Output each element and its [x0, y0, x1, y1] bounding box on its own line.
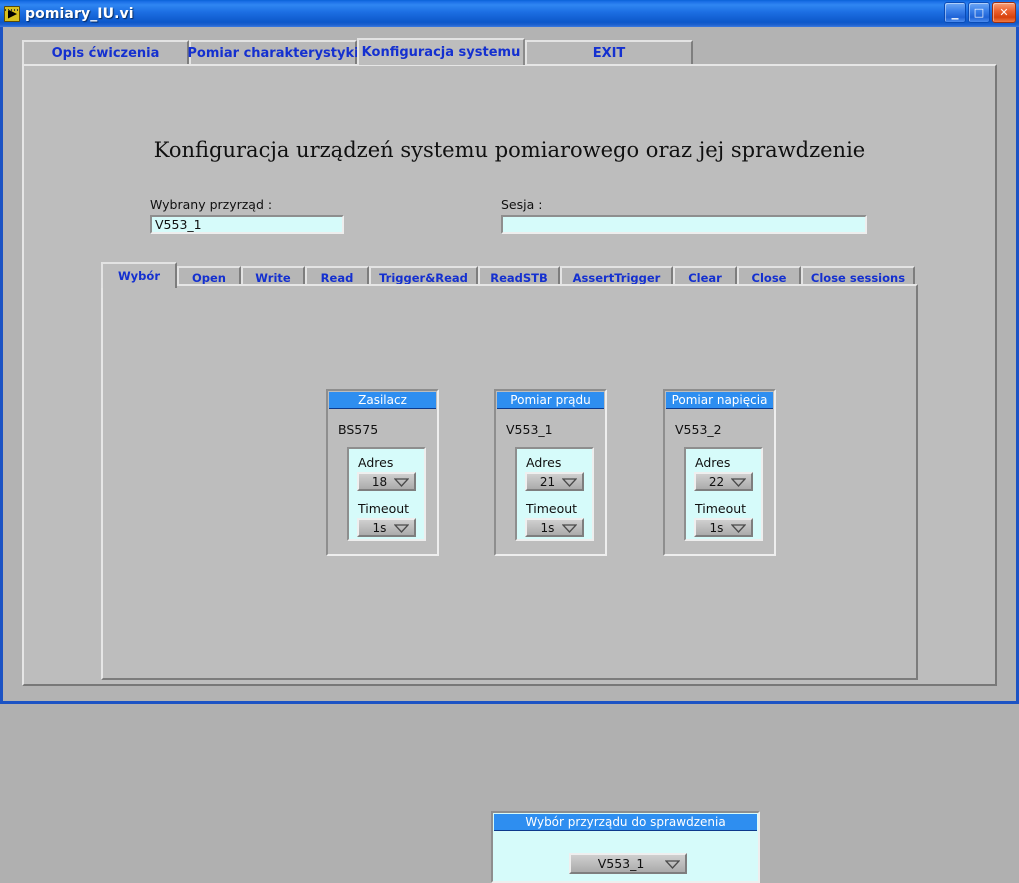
chevron-down-icon	[562, 523, 577, 533]
chevron-down-icon	[562, 477, 577, 487]
device-name: V553_2	[675, 422, 722, 437]
maximize-icon: □	[973, 5, 985, 19]
operation-tab-label: Read	[320, 271, 354, 285]
session-group: Sesja :	[501, 197, 867, 234]
operation-tab-label: ReadSTB	[490, 271, 548, 285]
main-tab-3[interactable]: EXIT	[525, 40, 693, 65]
address-label: Adres	[695, 455, 731, 470]
page-title: Konfiguracja urządzeń systemu pomiaroweg…	[153, 138, 866, 162]
device-cluster-title: Pomiar prądu	[497, 392, 604, 409]
title-bar: pomiary_IU.vi _ □ ✕	[0, 0, 1019, 27]
chevron-down-icon	[731, 477, 746, 487]
address-dropdown[interactable]: 21	[525, 472, 584, 491]
operation-tab-label: AssertTrigger	[572, 271, 661, 285]
operation-tab-page: Zasilacz BS575 Adres 18 Timeout 1s Pomiar prąd…	[101, 284, 918, 883]
selected-instrument-label: Wybrany przyrząd :	[150, 197, 273, 212]
device-cluster-1: Pomiar prądu V553_1 Adres 21 Timeout 1s	[494, 389, 607, 556]
timeout-dropdown[interactable]: 1s	[525, 518, 584, 537]
main-tab-label: EXIT	[592, 46, 626, 61]
device-settings-box: Adres 21 Timeout 1s	[515, 447, 594, 541]
operation-tab-0[interactable]: Wybór	[101, 262, 177, 288]
instrument-selector-title: Wybór przyrządu do sprawdzenia	[494, 814, 757, 831]
main-tab-2[interactable]: Konfiguracja systemu	[357, 38, 525, 65]
operation-tab-label: Open	[192, 271, 226, 285]
chevron-down-icon	[665, 859, 680, 869]
device-settings-box: Adres 18 Timeout 1s	[347, 447, 426, 541]
address-label: Adres	[358, 455, 394, 470]
timeout-label: Timeout	[695, 501, 747, 516]
window-title: pomiary_IU.vi	[25, 5, 134, 22]
maximize-button[interactable]: □	[968, 2, 990, 23]
main-tab-label: Konfiguracja systemu	[361, 45, 521, 60]
instrument-selector-cluster: Wybór przyrządu do sprawdzenia V553_1	[491, 811, 760, 883]
selected-instrument-group: Wybrany przyrząd : V553_1	[150, 197, 344, 234]
device-cluster-0: Zasilacz BS575 Adres 18 Timeout 1s	[326, 389, 439, 556]
address-dropdown[interactable]: 18	[357, 472, 416, 491]
chevron-down-icon	[394, 523, 409, 533]
main-tab-1[interactable]: Pomiar charakterystyki	[187, 40, 359, 65]
timeout-dropdown[interactable]: 1s	[694, 518, 753, 537]
timeout-dropdown[interactable]: 1s	[357, 518, 416, 537]
minimize-icon: _	[951, 4, 959, 20]
device-cluster-title: Zasilacz	[329, 392, 436, 409]
window-controls: _ □ ✕	[944, 2, 1016, 23]
front-panel: Opis ćwiczenia Pomiar charakterystyki Konf…	[3, 27, 1016, 883]
selected-instrument-input[interactable]: V553_1	[150, 215, 344, 234]
main-tab-0[interactable]: Opis ćwiczenia	[22, 40, 189, 65]
session-label: Sesja :	[501, 197, 543, 212]
minimize-button[interactable]: _	[944, 2, 966, 23]
operation-tab-label: Close sessions	[810, 271, 906, 285]
application-window: pomiary_IU.vi _ □ ✕ Opis ćwiczenia Pomiar…	[0, 0, 1019, 883]
instrument-selector-dropdown[interactable]: V553_1	[569, 853, 687, 874]
operation-tab-label: Clear	[688, 271, 722, 285]
address-dropdown[interactable]: 22	[694, 472, 753, 491]
main-tab-label: Opis ćwiczenia	[51, 46, 160, 61]
main-tab-label: Pomiar charakterystyki	[187, 46, 359, 61]
device-name: V553_1	[506, 422, 553, 437]
main-tab-page: Konfiguracja urządzeń systemu pomiaroweg…	[22, 64, 997, 883]
device-name: BS575	[338, 422, 379, 437]
device-settings-box: Adres 22 Timeout 1s	[684, 447, 763, 541]
chevron-down-icon	[394, 477, 409, 487]
operation-tab-label: Write	[255, 271, 291, 285]
address-label: Adres	[526, 455, 562, 470]
session-input[interactable]	[501, 215, 867, 234]
device-cluster-2: Pomiar napięcia V553_2 Adres 22 Timeout 1s	[663, 389, 776, 556]
timeout-label: Timeout	[358, 501, 410, 516]
operation-tab-label: Wybór	[118, 269, 160, 283]
chevron-down-icon	[731, 523, 746, 533]
close-button[interactable]: ✕	[992, 2, 1016, 23]
operation-tab-label: Close	[751, 271, 787, 285]
main-tab-bar: Opis ćwiczenia Pomiar charakterystyki Konf…	[22, 38, 997, 65]
close-icon: ✕	[999, 5, 1009, 19]
operation-tab-label: Trigger&Read	[379, 271, 468, 285]
device-cluster-title: Pomiar napięcia	[666, 392, 773, 409]
labview-vi-icon	[4, 5, 20, 22]
timeout-label: Timeout	[526, 501, 578, 516]
